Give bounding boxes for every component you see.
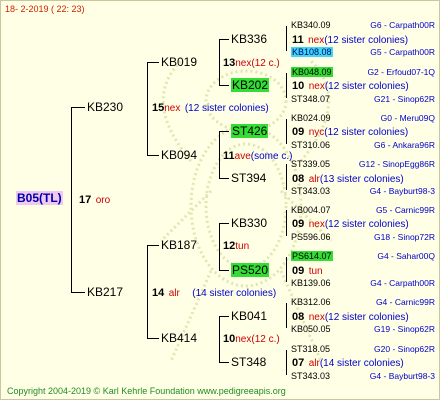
connector-line (286, 26, 287, 51)
timestamp: 18- 2-2019 ( 22: 23) (5, 4, 85, 14)
gggp-name[interactable]: ST339.05 (291, 158, 330, 170)
root-year: 17 (79, 194, 92, 206)
ggp-info: 09 tun (292, 265, 323, 277)
ggp-name[interactable]: KB202 (231, 78, 270, 92)
parent-name[interactable]: KB217 (87, 286, 123, 298)
ggp-info: 08 alr(13 sister colonies) (292, 173, 404, 185)
gggp-source: G4 - Carnic99R (375, 297, 435, 307)
connector-line (219, 85, 229, 86)
connector-line (147, 245, 148, 338)
gggp-name[interactable]: ST343.03 (291, 370, 330, 382)
gggp-source: G2 - Erfoud07-1Q (367, 67, 435, 77)
connector-line (286, 257, 287, 282)
root-queen[interactable]: B05(TL) (16, 191, 63, 205)
gggp-name[interactable]: PS596.06 (291, 231, 331, 243)
connector-line (147, 62, 159, 63)
connector-line (286, 164, 287, 190)
parent-info: 14 alr (14 sister colonies) (152, 287, 277, 299)
grandparent-name[interactable]: KB019 (161, 56, 197, 68)
ggp-name[interactable]: ST394 (231, 172, 266, 184)
gggp-source: G6 - Carpath00R (370, 20, 435, 30)
ggp-name[interactable]: KB336 (231, 33, 267, 45)
gggp-source: G0 - Meru09Q (380, 113, 435, 123)
gggp-source: G4 - Sahar00Q (377, 251, 435, 261)
grandparent-name[interactable]: KB187 (161, 239, 197, 251)
connector-line (71, 292, 85, 293)
gggp-name[interactable]: ST343.03 (291, 185, 330, 197)
connector-line (286, 210, 287, 236)
gggp-source: G4 - Bayburt98-3 (369, 186, 435, 196)
connector-line (219, 131, 220, 178)
connector-line (219, 362, 229, 363)
gggp-name[interactable]: KB139.06 (291, 277, 331, 289)
ggp-name[interactable]: ST348 (231, 356, 266, 368)
gggp-source: G6 - Ankara96R (374, 140, 435, 150)
gggp-source: G5 - Carpath00R (370, 47, 435, 57)
gggp-name[interactable]: KB108.08 (291, 46, 333, 58)
connector-line (147, 155, 159, 156)
gggp-name[interactable]: ST318.05 (291, 343, 330, 355)
connector-line (286, 119, 287, 144)
connector-line (286, 303, 287, 328)
gggp-name[interactable]: KB048.09 (291, 66, 333, 78)
connector-line (219, 223, 220, 270)
gggp-source: G5 - Carnic99R (375, 205, 435, 215)
connector-line (219, 316, 229, 317)
grandparent-name[interactable]: KB414 (161, 332, 197, 344)
grandparent-info: 12tun (223, 240, 250, 252)
ggp-name[interactable]: PS520 (231, 263, 270, 277)
ggp-info: 08 nex(12 sister colonies) (292, 311, 409, 323)
gggp-name[interactable]: PS614.07 (291, 250, 333, 262)
ggp-info: 07 alr(14 sister colonies) (292, 357, 404, 369)
gggp-source: G21 - Sinop62R (374, 94, 435, 104)
gggp-source: G4 - Carpath00R (370, 278, 435, 288)
ggp-info: 10 nex(12 sister colonies) (292, 80, 409, 92)
gggp-source: G20 - Sinop62R (374, 344, 435, 354)
gggp-name[interactable]: KB024.09 (291, 112, 331, 124)
connector-line (71, 107, 85, 108)
gggp-source: G18 - Sinop72R (374, 232, 435, 242)
connector-line (219, 131, 229, 132)
ggp-name[interactable]: ST426 (231, 124, 269, 138)
gggp-name[interactable]: KB004.07 (291, 204, 331, 216)
pedigree-page: { "header": { "date": "18- 2-2019 ( 22: … (0, 0, 440, 400)
connector-line (219, 270, 229, 271)
connector-line (219, 39, 220, 85)
connector-line (219, 178, 229, 179)
root-breeder: oro (95, 195, 111, 206)
grandparent-info: 11ave(some c.) (223, 150, 293, 162)
gggp-source: G12 - SinopEgg86R (358, 159, 435, 169)
connector-line (219, 316, 220, 362)
connector-line (147, 338, 159, 339)
ggp-info: 09 nex(12 sister colonies) (292, 218, 409, 230)
root-info: 17 oro (79, 193, 110, 207)
grandparent-info: 10nex(12 c.) (223, 333, 280, 345)
parent-info: 15nex (12 sister colonies) (152, 102, 269, 114)
grandparent-info: 13nex(12 c.) (223, 57, 280, 69)
connector-line (219, 39, 229, 40)
gggp-source: G19 - Sinop62R (374, 324, 435, 334)
connector-line (147, 245, 159, 246)
ggp-name[interactable]: KB330 (231, 217, 267, 229)
gggp-name[interactable]: KB340.09 (291, 19, 331, 31)
ggp-info: 11 nex(12 sister colonies) (292, 34, 409, 46)
connector-line (71, 107, 72, 292)
grandparent-name[interactable]: KB094 (161, 149, 197, 161)
gggp-name[interactable]: ST348.07 (291, 93, 330, 105)
parent-name[interactable]: KB230 (87, 101, 123, 113)
gggp-source: G4 - Bayburt98-3 (369, 371, 435, 381)
gggp-name[interactable]: ST310.06 (291, 139, 330, 151)
ggp-info: 09 nyc(12 sister colonies) (292, 126, 409, 138)
connector-line (286, 350, 287, 375)
gggp-name[interactable]: KB312.06 (291, 296, 331, 308)
root-name: B05(TL) (17, 191, 62, 205)
connector-line (286, 73, 287, 98)
copyright-footer: Copyright 2004-2019 © Karl Kehrle Founda… (7, 386, 286, 396)
connector-line (147, 62, 148, 155)
ggp-name[interactable]: KB041 (231, 310, 267, 322)
connector-line (219, 223, 229, 224)
gggp-name[interactable]: KB050.05 (291, 323, 331, 335)
